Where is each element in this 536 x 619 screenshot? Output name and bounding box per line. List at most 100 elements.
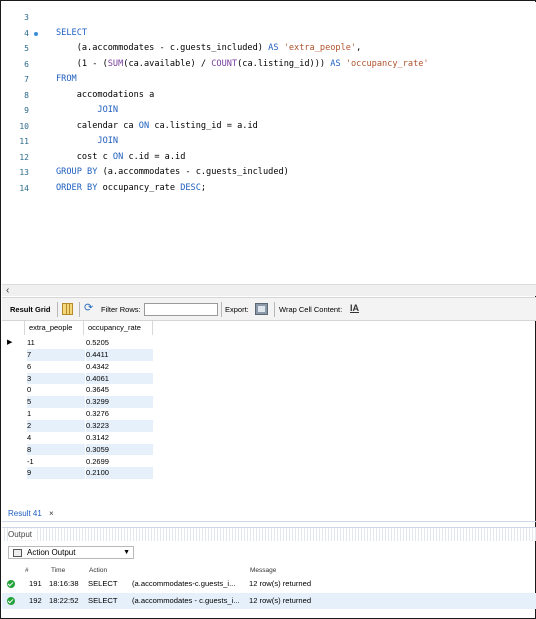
output-row[interactable]: 191 18:16:38 SELECT (a.accommodates-c.guest… xyxy=(2,576,536,592)
cell-extra-people[interactable]: 2 xyxy=(27,419,85,432)
cell-extra-people[interactable]: 0 xyxy=(27,384,85,396)
table-row[interactable]: 4 0.3142 xyxy=(5,432,153,444)
table-row[interactable]: ▶ 11 0.5205 xyxy=(5,337,153,349)
table-row[interactable]: 1 0.3276 xyxy=(5,408,153,420)
code-text: JOIN xyxy=(56,134,118,149)
success-check-icon xyxy=(7,580,15,588)
output-num: 192 xyxy=(29,596,42,605)
cell-extra-people[interactable]: 4 xyxy=(27,432,85,444)
table-row[interactable]: 5 0.3299 xyxy=(5,396,153,408)
chevron-down-icon[interactable]: ▼ xyxy=(123,547,130,558)
output-num: 191 xyxy=(29,579,42,588)
cell-extra-people[interactable]: 6 xyxy=(27,361,85,373)
table-row[interactable]: 9 0.2100 xyxy=(5,467,153,480)
line-number: 5 xyxy=(24,44,29,53)
sql-keyword: AS xyxy=(268,43,279,53)
table-row[interactable]: 8 0.3059 xyxy=(5,443,153,456)
cell-occupancy-rate[interactable]: 0.3276 xyxy=(86,408,153,420)
cell-extra-people[interactable]: 3 xyxy=(27,372,85,385)
result-grid: extra_people occupancy_rate ▶ 11 0.5205 7 0.… xyxy=(2,321,536,496)
line-number: 13 xyxy=(19,168,29,177)
cell-extra-people[interactable]: 9 xyxy=(27,467,85,480)
cell-occupancy-rate[interactable]: 0.3223 xyxy=(86,419,153,432)
grid-view-icon[interactable] xyxy=(62,303,73,315)
cell-extra-people[interactable]: 8 xyxy=(27,443,85,456)
sql-editor[interactable]: 3 4 SELECT 5 (a.accommodates - c.guests_inc… xyxy=(2,2,536,284)
cell-occupancy-rate[interactable]: 0.4411 xyxy=(86,348,153,361)
cell-occupancy-rate[interactable]: 0.3299 xyxy=(86,396,153,408)
cell-extra-people[interactable]: 11 xyxy=(27,337,85,349)
output-action: SELECT xyxy=(88,579,118,588)
row-header-corner xyxy=(5,321,25,335)
code-text: calendar ca ON ca.listing_id = a.id xyxy=(56,119,258,134)
scroll-left-icon[interactable]: ‹ xyxy=(6,285,9,296)
code-line[interactable]: 12 cost c ON c.id = a.id xyxy=(2,150,536,165)
table-row[interactable]: 2 0.3223 xyxy=(5,419,153,432)
cell-extra-people[interactable]: 5 xyxy=(27,396,85,408)
output-row[interactable]: 192 18:22:52 SELECT (a.accommodates - c.gue… xyxy=(2,593,536,609)
editor-horizontal-scrollbar[interactable]: ‹ xyxy=(2,284,536,296)
code-line[interactable]: 13 GROUP BY (a.accommodates - c.guests_in… xyxy=(2,165,536,180)
sql-keyword: ON xyxy=(138,120,150,131)
result-grid-label[interactable]: Result Grid xyxy=(10,304,50,315)
code-line[interactable]: 4 SELECT xyxy=(2,26,536,41)
code-text: (a.accommodates - c.guests_included) AS … xyxy=(56,41,362,56)
cell-occupancy-rate[interactable]: 0.3645 xyxy=(86,384,153,396)
sql-text: calendar ca xyxy=(56,120,139,131)
wrap-cell-icon[interactable]: IA xyxy=(350,303,359,314)
table-row[interactable]: 0 0.3645 xyxy=(5,384,153,396)
code-line[interactable]: 8 accomodations a xyxy=(2,88,536,103)
table-row[interactable]: 6 0.4342 xyxy=(5,361,153,373)
refresh-icon[interactable]: ⟳ xyxy=(84,302,93,315)
code-line[interactable]: 7 FROM xyxy=(2,72,536,87)
sql-text: ; xyxy=(200,182,207,193)
table-row[interactable]: 3 0.4061 xyxy=(5,372,153,385)
sql-function: SUM xyxy=(107,58,124,69)
cell-extra-people[interactable]: 7 xyxy=(27,348,85,361)
code-line[interactable]: 6 (1 - (SUM(ca.available) / COUNT(ca.lis… xyxy=(2,57,536,72)
filter-rows-label: Filter Rows: xyxy=(101,305,141,314)
output-header-time: Time xyxy=(51,567,66,574)
column-header-extra-people[interactable]: extra_people xyxy=(26,321,84,335)
code-line[interactable]: 11 JOIN xyxy=(2,134,536,149)
line-number: 6 xyxy=(24,59,29,69)
tab-result-41[interactable]: Result 41 xyxy=(8,508,42,519)
cell-occupancy-rate[interactable]: 0.3059 xyxy=(86,443,153,456)
sql-text: (a.accommodates - c.guests_included) xyxy=(56,43,269,53)
output-type-select[interactable]: Action Output ▼ xyxy=(8,546,134,559)
close-icon[interactable]: × xyxy=(49,508,54,519)
code-line[interactable]: 3 xyxy=(2,10,536,25)
cell-extra-people[interactable]: 1 xyxy=(27,408,85,420)
toolbar-divider xyxy=(221,302,222,317)
table-row[interactable]: -1 0.2699 xyxy=(5,456,153,468)
line-number: 7 xyxy=(24,75,29,84)
filter-rows-input[interactable] xyxy=(144,303,218,316)
code-text: (1 - (SUM(ca.available) / COUNT(ca.listi… xyxy=(56,57,429,72)
code-line[interactable]: 14 ORDER BY occupancy_rate DESC; xyxy=(2,181,536,196)
sql-string: 'extra_people' xyxy=(283,43,357,53)
output-message: 12 row(s) returned xyxy=(249,596,312,605)
output-panel-header: Output xyxy=(2,527,536,541)
code-text: FROM xyxy=(56,72,77,87)
table-row[interactable]: 7 0.4411 xyxy=(5,348,153,361)
cell-occupancy-rate[interactable]: 0.2699 xyxy=(86,456,153,468)
sql-text: occupancy_rate xyxy=(97,182,181,193)
export-icon[interactable] xyxy=(255,303,268,315)
line-number: 9 xyxy=(24,106,29,115)
code-line[interactable]: 5 (a.accommodates - c.guests_included) A… xyxy=(2,41,536,56)
code-text: cost c ON c.id = a.id xyxy=(56,150,186,165)
sql-keyword: DESC xyxy=(180,182,201,193)
cell-occupancy-rate[interactable]: 0.2100 xyxy=(86,467,153,480)
code-line[interactable]: 10 calendar ca ON ca.listing_id = a.id xyxy=(2,119,536,134)
line-number: 11 xyxy=(19,137,29,146)
output-message: 12 row(s) returned xyxy=(249,579,312,588)
cell-occupancy-rate[interactable]: 0.5205 xyxy=(86,337,153,349)
code-line[interactable]: 9 JOIN xyxy=(2,103,536,118)
cell-occupancy-rate[interactable]: 0.4342 xyxy=(86,361,153,373)
cell-occupancy-rate[interactable]: 0.4061 xyxy=(86,372,153,385)
cell-extra-people[interactable]: -1 xyxy=(27,456,85,468)
cell-occupancy-rate[interactable]: 0.3142 xyxy=(86,432,153,444)
sql-function: COUNT xyxy=(211,58,238,69)
code-text: ORDER BY occupancy_rate DESC; xyxy=(56,181,206,196)
column-header-occupancy-rate[interactable]: occupancy_rate xyxy=(85,321,153,335)
